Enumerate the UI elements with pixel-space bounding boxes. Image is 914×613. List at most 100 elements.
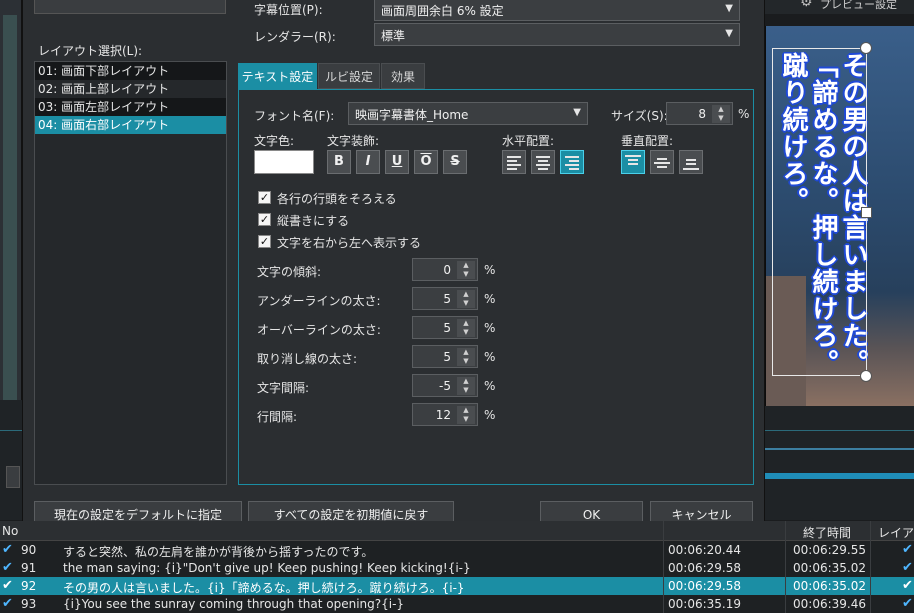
dialog-top-left-button[interactable]: [34, 0, 226, 14]
row-end-time: 00:06:35.02: [793, 579, 866, 593]
row-no: 90: [21, 543, 37, 557]
stepper-up-icon[interactable]: ▲: [457, 377, 475, 386]
row-end-time: 00:06:35.02: [793, 561, 866, 575]
underline-width-value: 5: [443, 292, 451, 306]
resize-handle-right[interactable]: [861, 207, 872, 218]
layout-item-02[interactable]: 02: 画面上部レイアウト: [35, 80, 226, 98]
table-row[interactable]: ✔ 93 {i}You see the sunray coming throug…: [0, 595, 914, 613]
size-stepper[interactable]: 8 ▲ ▼: [666, 102, 733, 125]
column-header-end-time[interactable]: 終了時間: [803, 524, 851, 541]
line-spacing-unit: %: [484, 408, 496, 422]
font-name-dropdown[interactable]: 映画字幕書体_Home ▼: [348, 102, 588, 125]
column-divider: [785, 521, 786, 613]
tab-effects[interactable]: 効果: [381, 63, 425, 89]
overline-width-stepper[interactable]: 5 ▲ ▼: [412, 316, 478, 339]
resize-handle-top-right[interactable]: [860, 42, 872, 54]
stepper-down-icon[interactable]: ▼: [712, 114, 730, 123]
align-top-button[interactable]: [621, 150, 645, 174]
vertical-align-label: 垂直配置:: [621, 134, 674, 148]
row-check-icon[interactable]: ✔: [2, 560, 14, 575]
strikethrough-button[interactable]: S: [443, 150, 467, 174]
bold-button[interactable]: B: [327, 150, 351, 174]
timeline-left-button[interactable]: [6, 466, 20, 488]
renderer-dropdown[interactable]: 標準 ▼: [374, 23, 740, 46]
stepper-up-icon[interactable]: ▲: [457, 406, 475, 415]
char-spacing-unit: %: [484, 379, 496, 393]
column-header-no[interactable]: No: [2, 524, 18, 538]
italic-button[interactable]: I: [356, 150, 380, 174]
font-name-label: フォント名(F):: [254, 109, 335, 123]
stepper-up-icon[interactable]: ▲: [457, 348, 475, 357]
text-settings-panel: [238, 89, 754, 485]
renderer-value: 標準: [381, 29, 406, 43]
stepper-down-icon[interactable]: ▼: [457, 386, 475, 395]
text-color-swatch[interactable]: [254, 150, 314, 174]
table-row-selected[interactable]: ✔ 92 その男の人は言いました。{i}「諦めるな。押し続けろ。蹴り続けろ。{i…: [0, 577, 914, 595]
row-start-time: 00:06:20.44: [668, 543, 741, 557]
slant-unit: %: [484, 263, 496, 277]
align-center-button[interactable]: [531, 150, 555, 174]
row-layout-check-icon: ✔: [902, 542, 913, 557]
align-bottom-button[interactable]: [679, 150, 703, 174]
size-unit: %: [738, 107, 750, 121]
row-check-icon[interactable]: ✔: [2, 578, 14, 593]
tab-ruby-settings[interactable]: ルビ設定: [318, 63, 380, 89]
gear-icon[interactable]: ⚙: [800, 0, 816, 10]
left-panel-background: [0, 0, 22, 410]
layout-list[interactable]: 01: 画面下部レイアウト 02: 画面上部レイアウト 03: 画面左部レイアウ…: [34, 61, 227, 485]
strikethrough-width-value: 5: [443, 350, 451, 364]
row-end-time: 00:06:39.46: [793, 597, 866, 611]
column-divider: [870, 521, 871, 613]
row-check-icon[interactable]: ✔: [2, 596, 14, 611]
table-row[interactable]: ✔ 90 すると突然、私の左肩を誰かが背後から揺すったのです。 00:06:20…: [0, 541, 914, 559]
stepper-up-icon[interactable]: ▲: [457, 319, 475, 328]
stepper-up-icon[interactable]: ▲: [457, 290, 475, 299]
stepper-down-icon[interactable]: ▼: [457, 270, 475, 279]
line-spacing-value: 12: [435, 408, 451, 422]
stepper-up-icon[interactable]: ▲: [712, 105, 730, 114]
text-color-label: 文字色:: [254, 134, 295, 148]
font-name-value: 映画字幕書体_Home: [355, 108, 469, 122]
slant-value: 0: [443, 263, 451, 277]
table-row[interactable]: ✔ 91 the man saying: {i}"Don't give up! …: [0, 559, 914, 577]
checkbox-vertical-writing-label[interactable]: 縦書きにする: [277, 212, 349, 229]
align-middle-button[interactable]: [650, 150, 674, 174]
strikethrough-width-label: 取り消し線の太さ:: [257, 352, 358, 366]
char-spacing-label: 文字間隔:: [257, 381, 310, 395]
char-spacing-stepper[interactable]: -5 ▲ ▼: [412, 374, 478, 397]
row-text: すると突然、私の左肩を誰かが背後から揺すったのです。: [63, 545, 374, 559]
stepper-down-icon[interactable]: ▼: [457, 299, 475, 308]
subtitle-bounding-box[interactable]: [772, 48, 867, 376]
checkbox-right-to-left[interactable]: ✓: [258, 235, 271, 248]
resize-handle-bottom-right[interactable]: [860, 370, 872, 382]
text-decoration-label: 文字装飾:: [327, 134, 380, 148]
stepper-down-icon[interactable]: ▼: [457, 357, 475, 366]
layout-item-03[interactable]: 03: 画面左部レイアウト: [35, 98, 226, 116]
strikethrough-width-stepper[interactable]: 5 ▲ ▼: [412, 345, 478, 368]
overline-button[interactable]: O: [414, 150, 438, 174]
layout-item-04[interactable]: 04: 画面右部レイアウト: [35, 116, 226, 134]
underline-button[interactable]: U: [385, 150, 409, 174]
checkbox-vertical-writing[interactable]: ✓: [258, 213, 271, 226]
subtitle-position-dropdown[interactable]: 画面周囲余白 6% 設定 ▼: [374, 0, 740, 21]
align-left-button[interactable]: [502, 150, 526, 174]
checkbox-right-to-left-label[interactable]: 文字を右から左へ表示する: [277, 234, 421, 251]
stepper-down-icon[interactable]: ▼: [457, 415, 475, 424]
row-text: {i}You see the sunray coming through tha…: [63, 597, 405, 611]
align-right-button[interactable]: [560, 150, 584, 174]
slant-stepper[interactable]: 0 ▲ ▼: [412, 258, 478, 281]
checkbox-align-line-heads-label[interactable]: 各行の行頭をそろえる: [277, 190, 397, 207]
underline-width-stepper[interactable]: 5 ▲ ▼: [412, 287, 478, 310]
stepper-down-icon[interactable]: ▼: [457, 328, 475, 337]
line-spacing-stepper[interactable]: 12 ▲ ▼: [412, 403, 478, 426]
checkbox-align-line-heads[interactable]: ✓: [258, 191, 271, 204]
column-header-layout[interactable]: レイアウ: [878, 524, 914, 541]
row-layout-check-icon: ✔: [902, 578, 913, 593]
stepper-up-icon[interactable]: ▲: [457, 261, 475, 270]
subtitle-position-value: 画面周囲余白 6% 設定: [381, 4, 504, 18]
preview-settings-label[interactable]: プレビュー設定: [820, 0, 897, 12]
row-check-icon[interactable]: ✔: [2, 542, 14, 557]
layout-item-01[interactable]: 01: 画面下部レイアウト: [35, 62, 226, 80]
tab-text-settings[interactable]: テキスト設定: [238, 63, 317, 89]
overline-width-label: オーバーラインの太さ:: [257, 323, 381, 337]
